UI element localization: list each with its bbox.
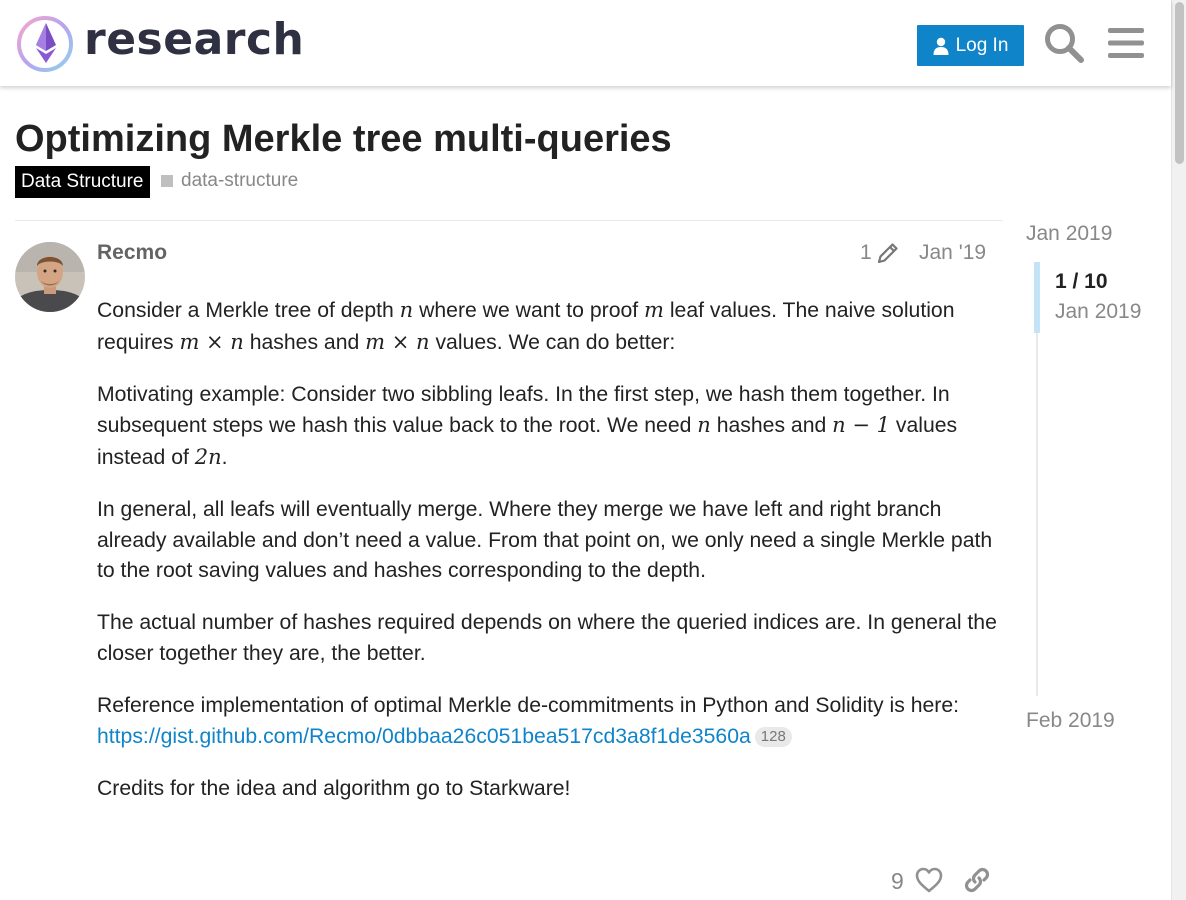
post-paragraph: Consider a Merkle tree of depth n where … [97, 298, 955, 354]
post-paragraph: The actual number of hashes required dep… [97, 611, 997, 665]
math-expression: n − 1 [832, 413, 891, 438]
post-body: Consider a Merkle tree of depth n where … [97, 295, 997, 826]
edit-count: 1 [860, 241, 872, 264]
math-expression: m × n [365, 329, 430, 354]
topic-title[interactable]: Optimizing Merkle tree multi-queries [15, 118, 672, 161]
link-click-count: 128 [754, 726, 792, 747]
gist-link[interactable]: https://gist.github.com/Recmo/0dbbaa26c0… [97, 725, 751, 748]
tag-label: data-structure [181, 170, 299, 191]
math-expression: m [644, 298, 664, 322]
avatar-image [15, 242, 85, 312]
timeline-position-date: Jan 2019 [1055, 300, 1142, 323]
post-date[interactable]: Jan '19 [919, 241, 986, 265]
edit-history[interactable]: 1 [860, 241, 900, 265]
login-label: Log In [955, 34, 1009, 56]
avatar[interactable] [15, 242, 85, 312]
timeline-position: 1 / 10 [1055, 270, 1108, 293]
search-icon[interactable] [1043, 22, 1085, 64]
category-badge[interactable]: Data Structure [15, 166, 150, 198]
site-name[interactable]: research [84, 14, 304, 65]
site-header: research Log In [0, 0, 1171, 86]
login-button[interactable]: Log In [917, 25, 1024, 66]
scrollbar-thumb[interactable] [1175, 2, 1184, 164]
math-expression: n [399, 298, 414, 322]
timeline-start-date[interactable]: Jan 2019 [1026, 222, 1112, 246]
user-icon [933, 37, 949, 55]
post-username[interactable]: Recmo [97, 241, 167, 265]
timeline-end-date[interactable]: Feb 2019 [1026, 709, 1115, 733]
like-count[interactable]: 9 [891, 868, 904, 895]
page-scrollbar[interactable] [1171, 0, 1186, 900]
heart-icon[interactable] [914, 866, 944, 894]
title-divider [15, 220, 1003, 221]
hamburger-menu-icon[interactable] [1106, 22, 1148, 64]
pencil-icon [877, 243, 898, 264]
post-paragraph: Credits for the idea and algorithm go to… [97, 776, 571, 800]
post-paragraph: Reference implementation of optimal Merk… [97, 693, 960, 748]
timeline-scroller-handle[interactable] [1034, 262, 1040, 333]
site-logo-icon[interactable] [16, 15, 74, 73]
tag-square-icon [161, 175, 173, 187]
post-paragraph: In general, all leafs will eventually me… [97, 497, 993, 583]
math-expression: m × n [179, 329, 244, 354]
math-expression: n [697, 413, 711, 438]
post-paragraph: Motivating example: Consider two sibblin… [97, 382, 958, 469]
share-link-icon[interactable] [963, 866, 991, 894]
topic-tag[interactable]: data-structure [161, 169, 298, 193]
math-expression: 2n [194, 444, 222, 469]
